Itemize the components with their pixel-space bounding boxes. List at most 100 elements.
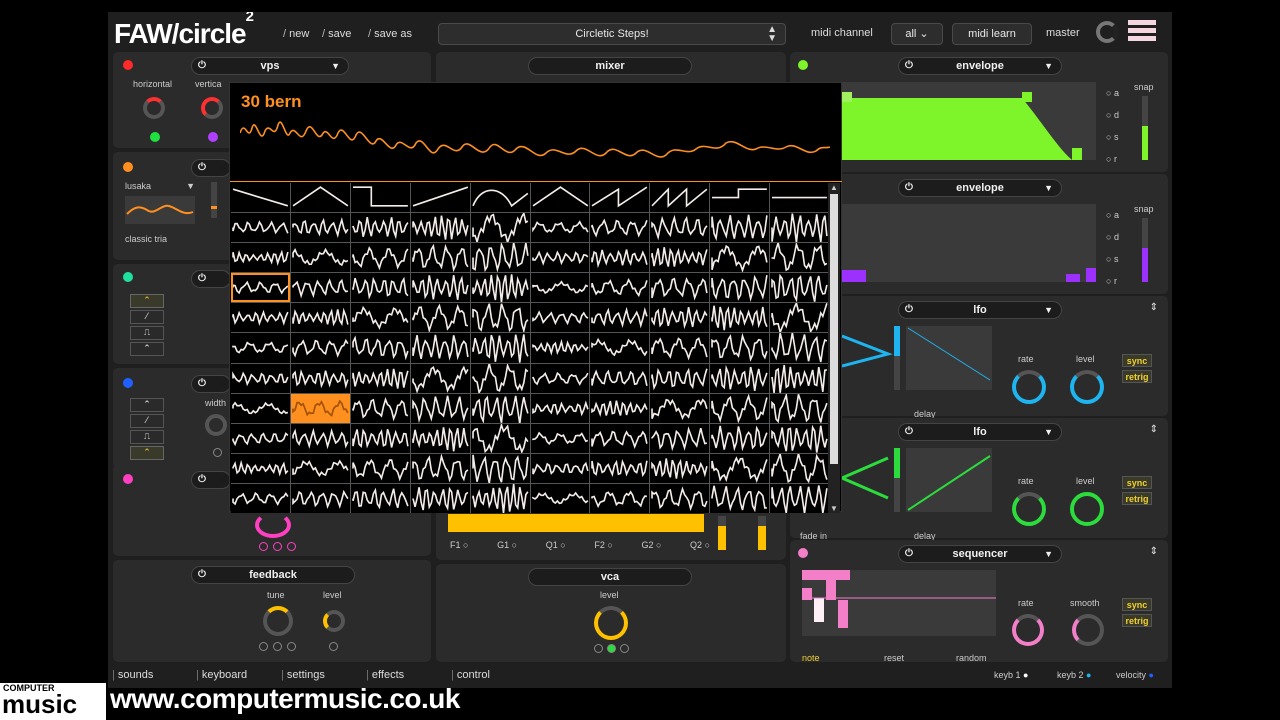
waveform-cell[interactable] <box>770 333 829 363</box>
shape-title[interactable]: ⏻ <box>191 270 231 288</box>
waveform-cell[interactable] <box>650 333 710 363</box>
updown-icon[interactable]: ▲ ▼ <box>767 25 777 44</box>
waveform-cell[interactable] <box>650 213 710 243</box>
waveform-cell[interactable] <box>470 423 530 453</box>
waveform-cell[interactable] <box>710 423 770 453</box>
lfo-rate-knob[interactable] <box>1012 492 1046 526</box>
retrig-button[interactable]: retrig <box>1122 370 1152 383</box>
waveform-cell[interactable] <box>350 483 410 513</box>
lfo-delay-graph[interactable] <box>906 448 992 512</box>
mod-ring[interactable] <box>259 642 268 651</box>
waveform-cell[interactable] <box>530 453 590 483</box>
env-option[interactable]: ○ d <box>1106 226 1119 248</box>
waveform-cell[interactable] <box>350 363 410 393</box>
tab-settings[interactable]: settings <box>281 669 325 681</box>
lfo-delay-graph[interactable] <box>906 326 992 390</box>
waveform-cell[interactable] <box>650 393 710 423</box>
osc-title[interactable]: ⏻ <box>191 159 231 177</box>
width-knob[interactable] <box>205 414 227 436</box>
waveform-cell[interactable] <box>770 183 829 213</box>
tab-effects[interactable]: effects <box>366 669 404 681</box>
midi-channel-select[interactable]: all ⌄ <box>891 23 943 45</box>
filter-label[interactable]: G2 ○ <box>641 540 661 550</box>
mod-ring[interactable] <box>607 644 616 653</box>
updown-icon[interactable]: ⇕ <box>1150 424 1158 435</box>
mod-dot[interactable] <box>150 132 160 142</box>
shape-button[interactable]: ⌃ <box>130 294 164 308</box>
new-link[interactable]: new <box>283 28 309 40</box>
waveform-cell[interactable] <box>710 363 770 393</box>
waveform-cell[interactable] <box>410 183 470 213</box>
waveform-cell[interactable] <box>590 183 650 213</box>
shape-button[interactable]: ⎍ <box>130 326 164 340</box>
waveform-cell[interactable] <box>231 213 290 243</box>
lfo-rate-knob[interactable] <box>1012 370 1046 404</box>
shape-button[interactable]: ⁄ <box>130 310 164 324</box>
waveform-cell[interactable] <box>590 363 650 393</box>
waveform-cell[interactable] <box>290 363 350 393</box>
env-fader[interactable] <box>1142 218 1148 282</box>
shape-button[interactable]: ⌃ <box>130 398 164 412</box>
filter-label[interactable]: G1 ○ <box>497 540 517 550</box>
shape-button[interactable]: ⌃ <box>130 342 164 356</box>
pink-title[interactable]: ⏻ <box>191 471 231 489</box>
sync-button[interactable]: sync <box>1122 598 1152 611</box>
waveform-cell[interactable] <box>470 273 530 303</box>
mod-ring[interactable] <box>213 448 222 457</box>
waveform-cell[interactable] <box>710 453 770 483</box>
waveform-cell[interactable] <box>231 333 290 363</box>
waveform-cell[interactable] <box>350 213 410 243</box>
sync-button[interactable]: sync <box>1122 354 1152 367</box>
waveform-cell[interactable] <box>350 243 410 273</box>
shape-button[interactable]: ⁄ <box>130 414 164 428</box>
seq-rate-knob[interactable] <box>1012 614 1044 646</box>
master-knob[interactable] <box>1096 21 1118 43</box>
waveform-cell[interactable] <box>530 213 590 243</box>
sync-button[interactable]: sync <box>1122 476 1152 489</box>
lfo-title[interactable]: ⏻ lfo ▼ <box>898 301 1062 319</box>
updown-icon[interactable]: ⇕ <box>1150 302 1158 313</box>
waveform-cell[interactable] <box>350 393 410 423</box>
retrig-button[interactable]: retrig <box>1122 614 1152 627</box>
envelope-graph[interactable] <box>842 204 1098 282</box>
waveform-cell[interactable] <box>770 243 829 273</box>
waveform-cell[interactable] <box>290 423 350 453</box>
waveform-cell[interactable] <box>710 483 770 513</box>
waveform-cell[interactable] <box>650 483 710 513</box>
waveform-cell[interactable] <box>710 243 770 273</box>
waveform-cell[interactable] <box>590 303 650 333</box>
mod-ring[interactable] <box>287 642 296 651</box>
vca-title[interactable]: vca <box>528 568 692 586</box>
waveform-cell[interactable] <box>470 333 530 363</box>
waveform-cell[interactable] <box>470 243 530 273</box>
lfo-title[interactable]: ⏻ lfo ▼ <box>898 423 1062 441</box>
waveform-cell[interactable] <box>770 393 829 423</box>
waveform-cell[interactable] <box>530 333 590 363</box>
updown-icon[interactable]: ⇕ <box>1150 546 1158 557</box>
power-icon[interactable]: ⏻ <box>905 424 913 440</box>
feedback-title[interactable]: ⏻ feedback <box>191 566 355 584</box>
level-knob[interactable] <box>323 610 345 632</box>
waveform-cell[interactable] <box>650 423 710 453</box>
waveform-cell[interactable] <box>710 393 770 423</box>
lfo-shape[interactable] <box>841 326 894 378</box>
tab-keyboard[interactable]: keyboard <box>196 669 247 681</box>
power-icon[interactable]: ⏻ <box>905 302 913 318</box>
waveform-cell[interactable] <box>770 483 829 513</box>
waveform-cell[interactable] <box>470 393 530 423</box>
filter-label[interactable]: Q1 ○ <box>546 540 566 550</box>
waveform-cell[interactable] <box>231 423 290 453</box>
waveform-cell[interactable] <box>590 213 650 243</box>
mod-ring[interactable] <box>273 642 282 651</box>
scrollbar-thumb[interactable] <box>830 194 838 464</box>
waveform-cell[interactable] <box>470 483 530 513</box>
waveform-cell[interactable] <box>410 423 470 453</box>
save-link[interactable]: save <box>322 28 351 40</box>
waveform-cell[interactable] <box>350 333 410 363</box>
note-label[interactable]: note <box>802 653 820 663</box>
waveform-cell[interactable] <box>590 333 650 363</box>
mod-ring[interactable] <box>259 542 268 551</box>
waveform-cell[interactable] <box>530 243 590 273</box>
waveform-cell[interactable] <box>410 393 470 423</box>
waveform-cell[interactable] <box>770 303 829 333</box>
